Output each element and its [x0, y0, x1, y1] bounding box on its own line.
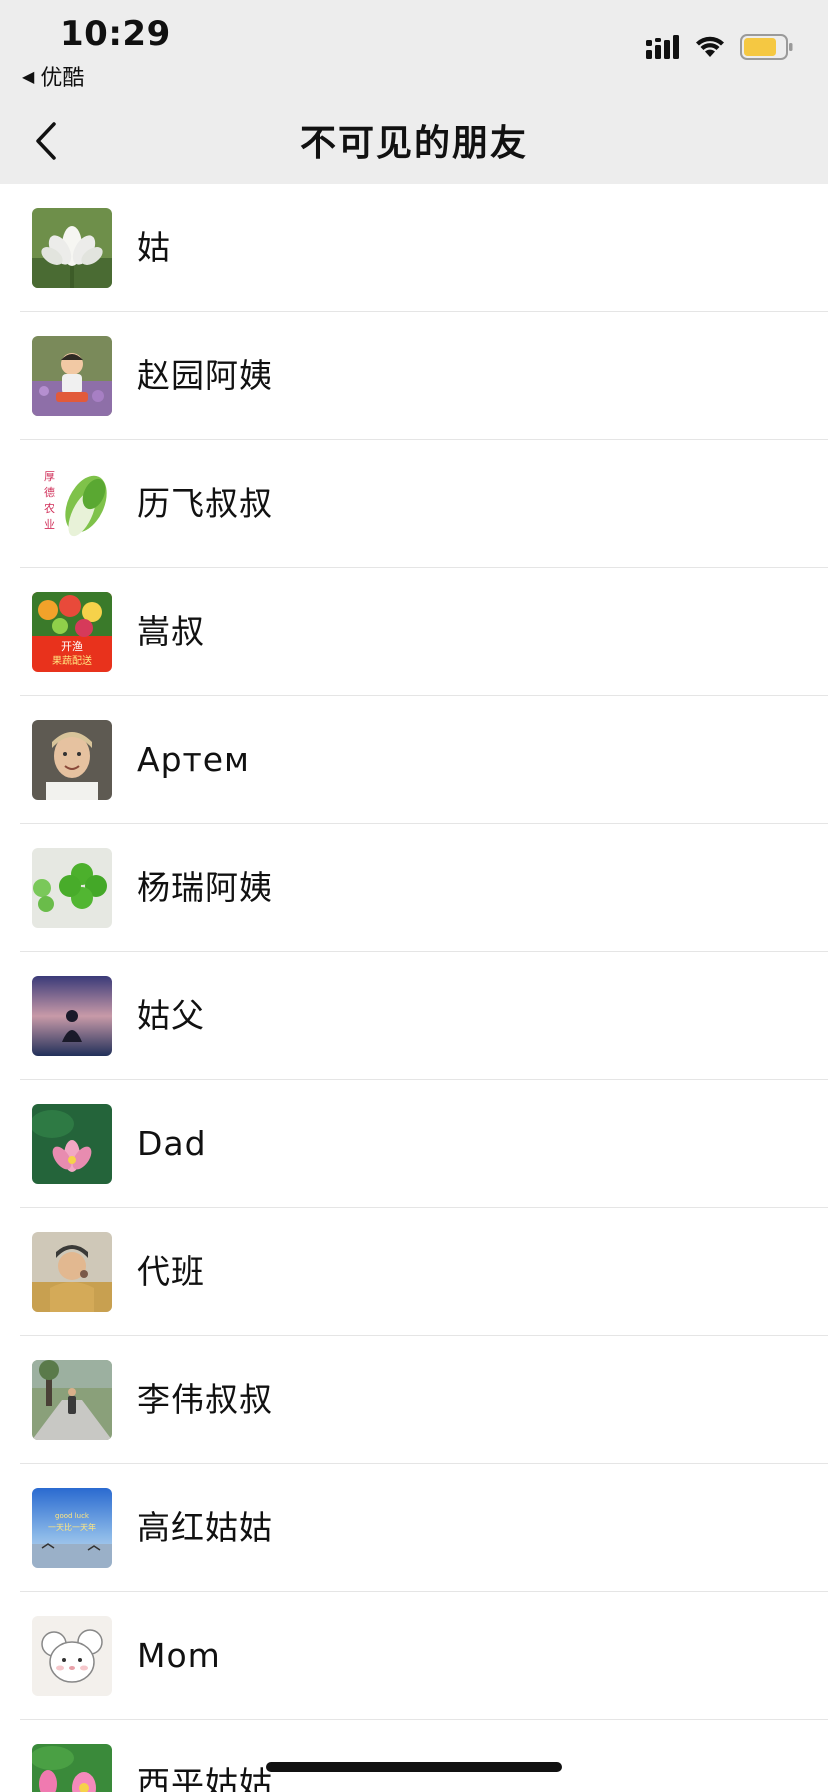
page-title: 不可见的朋友: [299, 123, 528, 164]
battery-icon: [740, 34, 794, 64]
back-to-app-link[interactable]: ◀ 优酷: [22, 60, 84, 92]
list-item[interactable]: 西平姑姑: [0, 1720, 828, 1792]
list-item[interactable]: 代班: [0, 1208, 828, 1336]
child-in-garden-avatar: [32, 336, 112, 416]
svg-text:农: 农: [44, 501, 55, 515]
home-indicator[interactable]: [266, 1762, 562, 1772]
pink-flower-avatar: [32, 1744, 112, 1792]
contact-name: 李伟叔叔: [137, 1380, 273, 1419]
contact-name: 姑: [137, 228, 171, 267]
svg-text:厚: 厚: [44, 470, 55, 483]
bok-choy-farm-avatar: 厚 德 农 业: [32, 464, 112, 544]
list-item[interactable]: 杨瑞阿姨: [0, 824, 828, 952]
list-item[interactable]: 开渔 果蔬配送 嵩叔: [0, 568, 828, 696]
contact-name: Dad: [137, 1124, 207, 1163]
pink-lotus-avatar: [32, 1104, 112, 1184]
contact-name: 高红姑姑: [137, 1508, 273, 1547]
svg-text:开渔: 开渔: [61, 640, 83, 653]
svg-text:德: 德: [44, 485, 55, 499]
contact-name: 历飞叔叔: [137, 484, 273, 523]
cartoon-mouse-avatar: [32, 1616, 112, 1696]
contact-name: Mom: [137, 1636, 221, 1675]
list-item[interactable]: 厚 德 农 业 历飞叔叔: [0, 440, 828, 568]
svg-text:业: 业: [44, 518, 55, 531]
wifi-icon: [694, 35, 726, 63]
svg-text:果蔬配送: 果蔬配送: [52, 654, 92, 667]
contact-list: 姑 赵园阿姨 厚 德 农 业 历飞叔叔 开渔 果蔬配送 嵩叔 Артем 杨瑞阿…: [0, 184, 828, 1792]
svg-text:一天比一天年: 一天比一天年: [48, 1522, 96, 1532]
contact-name: 赵园阿姨: [137, 356, 273, 395]
cellular-signal-icon: [646, 35, 680, 63]
status-icons: [646, 34, 794, 64]
list-item[interactable]: 姑父: [0, 952, 828, 1080]
list-item[interactable]: 赵园阿姨: [0, 312, 828, 440]
park-path-avatar: [32, 1360, 112, 1440]
sunset-silhouette-avatar: [32, 976, 112, 1056]
list-item[interactable]: 李伟叔叔: [0, 1336, 828, 1464]
list-item[interactable]: 姑: [0, 184, 828, 312]
contact-name: 姑父: [137, 996, 205, 1035]
phone-screen: 10:29 ◀ 优酷 不可见的朋友 姑 赵园阿姨 厚 德 农 业 历飞叔叔 开渔…: [0, 0, 828, 1792]
list-item[interactable]: Артем: [0, 696, 828, 824]
list-item[interactable]: good luck 一天比一天年 高红姑姑: [0, 1464, 828, 1592]
contact-name: Артем: [137, 740, 250, 779]
blue-sky-lake-avatar: good luck 一天比一天年: [32, 1488, 112, 1568]
top-bar: 10:29 ◀ 优酷 不可见的朋友: [0, 0, 828, 184]
contact-name: 西平姑姑: [137, 1764, 273, 1792]
man-portrait-avatar: [32, 720, 112, 800]
svg-text:good luck: good luck: [55, 1512, 90, 1520]
contact-name: 嵩叔: [137, 612, 205, 651]
contact-name: 代班: [137, 1252, 205, 1291]
list-item[interactable]: Dad: [0, 1080, 828, 1208]
contact-name: 杨瑞阿姨: [137, 868, 273, 907]
back-app-label: 优酷: [40, 66, 85, 91]
clover-avatar: [32, 848, 112, 928]
status-time: 10:29: [60, 14, 171, 54]
elder-man-avatar: [32, 1232, 112, 1312]
list-item[interactable]: Mom: [0, 1592, 828, 1720]
fruit-delivery-avatar: 开渔 果蔬配送: [32, 592, 112, 672]
white-lotus-avatar: [32, 208, 112, 288]
back-triangle-icon: ◀: [22, 66, 35, 86]
